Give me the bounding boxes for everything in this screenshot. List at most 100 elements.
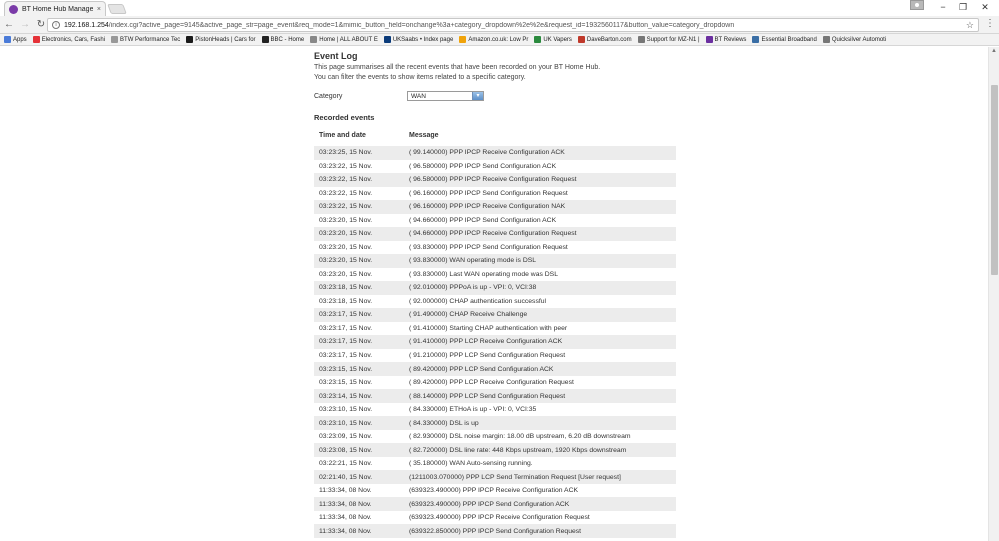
event-time: 03:23:22, 15 Nov.	[319, 162, 373, 170]
chevron-down-icon[interactable]: ▾	[472, 92, 483, 100]
bookmark-item[interactable]: BBC - Home	[261, 36, 304, 43]
bookmark-label: UKSaabs • Index page	[392, 36, 454, 43]
event-message: ( 92.010000) PPPoA is up - VPI: 0, VCI:3…	[409, 284, 537, 292]
page-title: Event Log	[314, 51, 358, 61]
scroll-thumb[interactable]	[991, 85, 998, 275]
table-row: 11:33:34, 08 Nov. (639323.490000) PPP IPC…	[314, 484, 676, 498]
bt-favicon-icon	[9, 4, 18, 14]
table-row: 03:23:14, 15 Nov. ( 88.140000) PPP LCP Se…	[314, 389, 676, 403]
table-row: 03:23:18, 15 Nov. ( 92.010000) PPPoA is u…	[314, 281, 676, 295]
events-table-body: 03:23:25, 15 Nov. ( 99.140000) PPP IPCP R…	[314, 146, 676, 538]
event-message: ( 96.580000) PPP IPCP Receive Configurat…	[409, 176, 577, 184]
bookmark-favicon-icon	[261, 36, 269, 43]
table-row: 03:23:17, 15 Nov. ( 91.490000) CHAP Recei…	[314, 308, 676, 322]
bookmark-label: DaveBarton.com	[586, 36, 632, 43]
table-row: 03:23:20, 15 Nov. ( 93.830000) Last WAN o…	[314, 268, 676, 282]
event-time: 03:22:21, 15 Nov.	[319, 460, 373, 468]
bookmark-item[interactable]: Amazon.co.uk: Low Pr	[459, 36, 528, 43]
event-time: 03:23:17, 15 Nov.	[319, 338, 373, 346]
event-message: ( 91.410000) Starting CHAP authenticatio…	[409, 324, 568, 332]
bookmark-favicon-icon	[383, 36, 391, 43]
event-time: 03:23:08, 15 Nov.	[319, 446, 373, 454]
bookmark-item[interactable]: BT Reviews	[705, 36, 747, 43]
restore-button[interactable]: ❐	[954, 1, 972, 13]
forward-button[interactable]: →	[18, 19, 32, 30]
event-time: 03:23:17, 15 Nov.	[319, 311, 373, 319]
apps-grid-icon	[4, 36, 11, 43]
event-message: ( 88.140000) PPP LCP Send Configuration …	[409, 392, 566, 400]
table-row: 03:23:25, 15 Nov. ( 99.140000) PPP IPCP R…	[314, 146, 676, 160]
bookmark-favicon-icon	[459, 36, 467, 43]
column-header-time: Time and date	[319, 131, 366, 139]
bookmark-label: Quicksilver Automoti	[831, 36, 887, 43]
close-window-button[interactable]: ✕	[976, 1, 994, 13]
event-message: (639322.850000) PPP IPCP Send Configurat…	[409, 527, 582, 535]
browser-menu-icon[interactable]: ⋮	[985, 18, 995, 29]
event-time: 03:23:20, 15 Nov.	[319, 216, 373, 224]
browser-tab[interactable]: BT Home Hub Manager ×	[4, 1, 106, 16]
event-time: 03:23:14, 15 Nov.	[319, 392, 373, 400]
category-dropdown[interactable]: WAN ▾	[407, 91, 484, 101]
bookmark-label: BT Reviews	[714, 36, 747, 43]
page-scrollbar[interactable]: ▲	[988, 47, 999, 541]
event-time: 03:23:17, 15 Nov.	[319, 351, 373, 359]
table-row: 03:23:18, 15 Nov. ( 92.000000) CHAP authe…	[314, 295, 676, 309]
url-host: 192.168.1.254	[64, 21, 109, 29]
event-message: ( 91.210000) PPP LCP Send Configuration …	[409, 351, 566, 359]
bookmarks-bar: Apps Electronics, Cars, Fashi BTW Performa…	[0, 34, 999, 46]
table-row: 03:23:22, 15 Nov. ( 96.160000) PPP IPCP S…	[314, 187, 676, 201]
event-time: 03:23:17, 15 Nov.	[319, 324, 373, 332]
bookmark-item[interactable]: UKSaabs • Index page	[383, 36, 454, 43]
bookmark-item[interactable]: Apps	[4, 36, 27, 43]
scroll-up-icon[interactable]: ▲	[991, 48, 997, 54]
back-button[interactable]: ←	[2, 19, 16, 30]
bookmark-label: Essential Broadband	[761, 36, 817, 43]
tab-close-icon[interactable]: ×	[97, 6, 101, 13]
event-message: ( 96.160000) PPP IPCP Receive Configurat…	[409, 203, 566, 211]
table-row: 03:23:08, 15 Nov. ( 82.720000) DSL line r…	[314, 443, 676, 457]
reload-button[interactable]: ↻	[34, 19, 48, 30]
event-time: 03:23:15, 15 Nov.	[319, 379, 373, 387]
bookmark-star-icon[interactable]: ☆	[966, 20, 974, 31]
table-row: 03:23:22, 15 Nov. ( 96.580000) PPP IPCP S…	[314, 160, 676, 174]
bookmark-favicon-icon	[577, 36, 585, 43]
bookmark-item[interactable]: Quicksilver Automoti	[822, 36, 887, 43]
event-message: ( 84.330000) ETHoA is up - VPI: 0, VCI:3…	[409, 406, 537, 414]
profile-icon[interactable]	[910, 0, 924, 10]
bookmark-item[interactable]: PistonHeads | Cars for	[186, 36, 256, 43]
event-message: ( 93.830000) WAN operating mode is DSL	[409, 257, 537, 265]
table-row: 11:33:34, 08 Nov. (639323.490000) PPP IPC…	[314, 511, 676, 525]
minimize-button[interactable]: −	[934, 1, 952, 13]
bookmark-item[interactable]: DaveBarton.com	[577, 36, 632, 43]
recorded-events-title: Recorded events	[314, 113, 375, 122]
bookmark-item[interactable]: Support for MZ-N1 |	[637, 36, 700, 43]
tab-title: BT Home Hub Manager	[22, 5, 93, 13]
bookmark-item[interactable]: Electronics, Cars, Fashi	[32, 36, 105, 43]
event-time: 03:23:10, 15 Nov.	[319, 406, 373, 414]
bookmark-item[interactable]: Home | ALL ABOUT E	[310, 36, 378, 43]
bookmark-item[interactable]: BTW Performance Tec	[111, 36, 180, 43]
table-row: 11:33:34, 08 Nov. (639322.850000) PPP IPC…	[314, 524, 676, 538]
new-tab-button[interactable]	[107, 4, 127, 14]
bookmark-label: Amazon.co.uk: Low Pr	[468, 36, 529, 43]
table-row: 03:23:22, 15 Nov. ( 96.580000) PPP IPCP R…	[314, 173, 676, 187]
table-row: 03:23:17, 15 Nov. ( 91.210000) PPP LCP Se…	[314, 349, 676, 363]
event-time: 03:23:18, 15 Nov.	[319, 297, 373, 305]
event-time: 11:33:34, 08 Nov.	[319, 500, 372, 508]
events-table: Time and date Message 03:23:25, 15 Nov. (…	[314, 129, 676, 538]
url-text[interactable]: 192.168.1.254/index.cgi?active_page=9145…	[64, 22, 962, 29]
table-row: 02:21:40, 15 Nov. (1211003.070000) PPP LC…	[314, 470, 676, 484]
event-message: (1211003.070000) PPP LCP Send Terminatio…	[409, 473, 621, 481]
event-time: 03:23:20, 15 Nov.	[319, 257, 373, 265]
bookmark-favicon-icon	[752, 36, 760, 43]
address-bar[interactable]: i 192.168.1.254/index.cgi?active_page=91…	[47, 18, 979, 32]
bookmark-item[interactable]: UK Vapers	[534, 36, 572, 43]
bookmark-label: Support for MZ-N1 |	[646, 36, 700, 43]
table-row: 03:23:17, 15 Nov. ( 91.410000) Starting C…	[314, 322, 676, 336]
page-info-icon[interactable]: i	[52, 21, 60, 29]
table-row: 03:23:22, 15 Nov. ( 96.160000) PPP IPCP R…	[314, 200, 676, 214]
event-time: 03:23:09, 15 Nov.	[319, 433, 373, 441]
event-time: 03:23:10, 15 Nov.	[319, 419, 373, 427]
bookmark-item[interactable]: Essential Broadband	[752, 36, 817, 43]
event-time: 03:23:20, 15 Nov.	[319, 243, 373, 251]
